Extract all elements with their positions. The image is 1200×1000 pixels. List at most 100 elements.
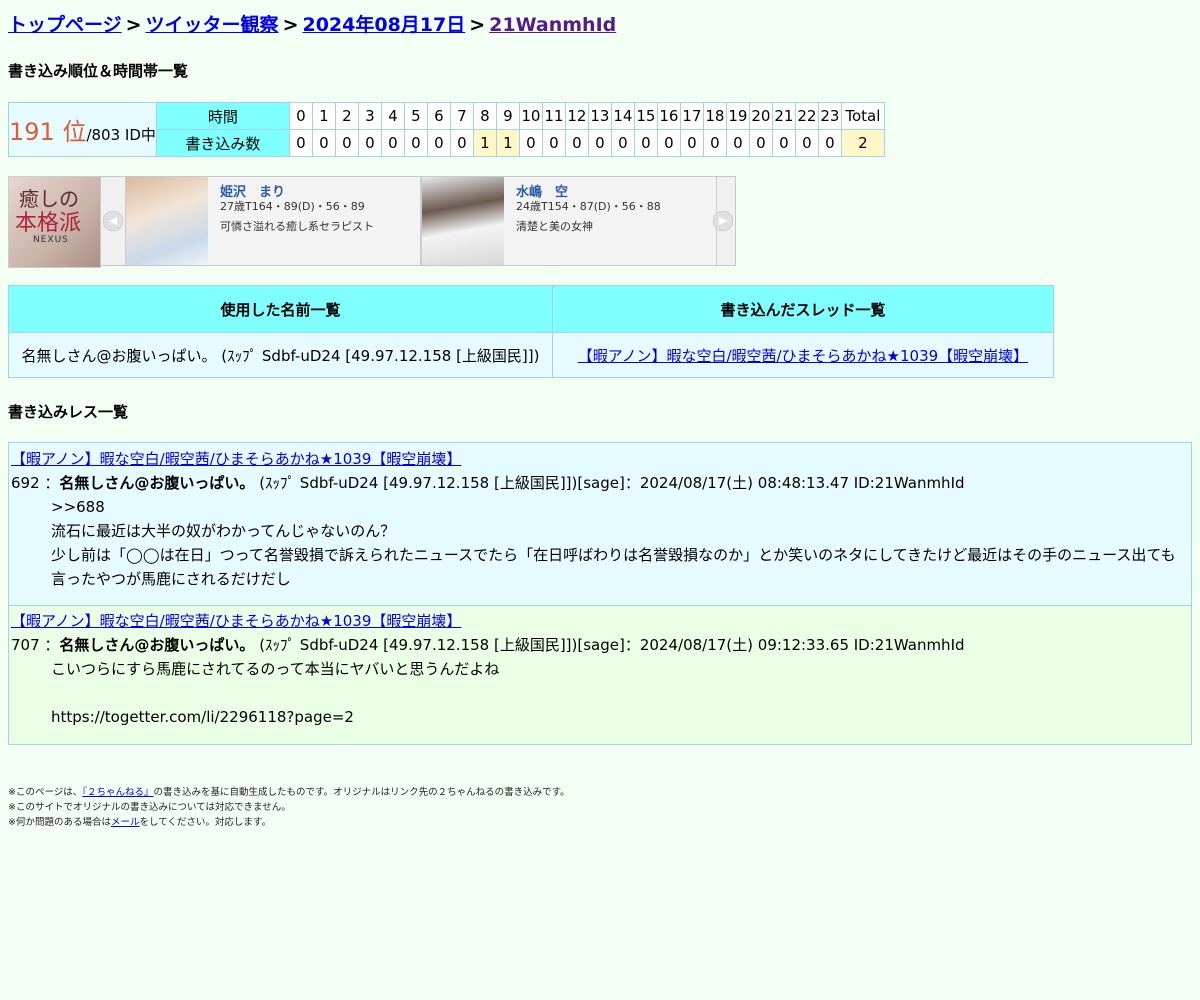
ranking-hours-row: 191 位/803 ID中 時間 0 1 2 3 4 5 6 7 8 9 10 11 12 13 14 15 1… (8, 102, 885, 157)
ranking-title: 書き込み順位＆時間帯一覧 (8, 62, 189, 80)
hour-cell: 3 (357, 102, 382, 130)
rank-total: /803 ID中 (86, 126, 156, 144)
ad-card[interactable]: 姫沢 まり 27歳T164・89(D)・56・89 可憐さ溢れる癒し系セラピスト (125, 177, 421, 265)
post-line: >>688 (51, 498, 105, 516)
count-cell: 0 (725, 129, 750, 157)
ad-card[interactable]: 水嶋 空 24歳T154・87(D)・56・88 清楚と美の女神 (421, 177, 717, 265)
post-info: (ｽｯﾌﾟ Sdbf-uD24 [49.97.12.158 [上級国民]])[s… (254, 636, 965, 654)
hour-cell: 11 (541, 102, 566, 130)
post-author: 名無しさん@お腹いっぱい。 (59, 636, 255, 654)
post: 【暇アノン】暇な空白/暇空茜/ひまそらあかね★1039【暇空崩壊】 692 ：名… (8, 442, 1192, 606)
ad-logo-line3: NEXUS (33, 235, 69, 245)
ad-card-spec: 27歳T164・89(D)・56・89 (220, 200, 365, 213)
hour-cell: 14 (610, 102, 635, 130)
names-header: 使用した名前一覧 (8, 285, 553, 333)
post-info: (ｽｯﾌﾟ Sdbf-uD24 [49.97.12.158 [上級国民]])[s… (254, 474, 965, 492)
count-cell: 0 (426, 129, 451, 157)
footer-text: ※何か問題のある場合は (8, 817, 111, 828)
count-cell: 0 (633, 129, 658, 157)
hour-cell: 17 (679, 102, 704, 130)
footer: ※このページは、『２ちゃんねる』の書き込みを基に自動生成したものです。オリジナル… (8, 785, 570, 830)
hour-cell: 6 (426, 102, 451, 130)
ad-logo-line2: 本格派 (15, 211, 82, 236)
ad-card-photo (126, 177, 208, 265)
post-thread-link[interactable]: 【暇アノン】暇な空白/暇空茜/ひまそらあかね★1039【暇空崩壊】 (9, 447, 1191, 471)
ad-card-catch: 清楚と美の女神 (516, 220, 593, 233)
post-line: 少し前は「◯◯は在日」つって名誉毀損で訴えられたニュースでたら「在日呼ばわりは名… (51, 546, 1176, 588)
hour-cell: 1 (311, 102, 336, 130)
hour-cell: 20 (748, 102, 773, 130)
hour-cell: 15 (633, 102, 658, 130)
count-cell: 0 (771, 129, 796, 157)
footer-text: ※このページは、 (8, 787, 83, 798)
breadcrumb-category-link[interactable]: ツイッター観察 (146, 14, 279, 36)
post-line: こいつらにすら馬鹿にされてるのって本当にヤバいと思うんだよね (51, 660, 500, 678)
count-cell: 0 (679, 129, 704, 157)
post-body: こいつらにすら馬鹿にされてるのって本当にヤバいと思うんだよね https://t… (9, 657, 1191, 729)
ad-logo[interactable]: 癒しの 本格派 NEXUS (8, 176, 101, 268)
breadcrumb-top-link[interactable]: トップページ (8, 14, 122, 36)
hour-cell: 10 (518, 102, 543, 130)
hour-cell: 21 (771, 102, 796, 130)
hour-cell: 4 (380, 102, 405, 130)
post-body: >>688 流石に最近は大半の奴がわかってんじゃないのん？ 少し前は「◯◯は在日… (9, 495, 1191, 591)
footer-line: ※このサイトでオリジナルの書き込みについては対応できません。 (8, 802, 291, 813)
post-meta: 692 ：名無しさん@お腹いっぱい。 (ｽｯﾌﾟ Sdbf-uD24 [49.9… (9, 471, 1191, 495)
carousel-prev-icon[interactable]: ◀ (103, 211, 123, 231)
ad-card-photo (422, 177, 504, 265)
post-meta: 707 ：名無しさん@お腹いっぱい。 (ｽｯﾌﾟ Sdbf-uD24 [49.9… (9, 633, 1191, 657)
count-cell: 0 (518, 129, 543, 157)
breadcrumb-separator: > (282, 14, 299, 36)
hour-cell: 23 (817, 102, 842, 130)
post-line (51, 681, 1187, 705)
count-cell-total: 2 (840, 129, 885, 157)
post-author: 名無しさん@お腹いっぱい。 (59, 474, 255, 492)
thread-link[interactable]: 【暇アノン】暇な空白/暇空茜/ひまそらあかね★1039【暇空崩壊】 (578, 347, 1028, 365)
count-cell: 0 (794, 129, 819, 157)
names-threads-header-row: 使用した名前一覧 書き込んだスレッド一覧 (8, 285, 1054, 333)
hour-cell: 16 (656, 102, 681, 130)
hour-cell: 13 (587, 102, 612, 130)
count-cell: 0 (541, 129, 566, 157)
footer-line: ※何か問題のある場合はメールをしてください。対応します。 (8, 815, 570, 830)
count-cell: 0 (610, 129, 635, 157)
breadcrumb-id-link[interactable]: 21WanmhId (489, 14, 616, 36)
breadcrumb-date-link[interactable]: 2024年08月17日 (302, 14, 465, 36)
count-cell: 0 (288, 129, 313, 157)
count-cell: 0 (357, 129, 382, 157)
count-cell: 0 (748, 129, 773, 157)
thread-cell: 【暇アノン】暇な空白/暇空茜/ひまそらあかね★1039【暇空崩壊】 (552, 332, 1054, 378)
footer-mail-link[interactable]: メール (111, 817, 140, 828)
ad-card-spec: 24歳T154・87(D)・56・88 (516, 200, 661, 213)
count-cell: 0 (817, 129, 842, 157)
count-cell: 0 (656, 129, 681, 157)
rank-number: 191 位 (9, 118, 87, 146)
breadcrumb-separator: > (125, 14, 142, 36)
post-number: 707 ： (11, 636, 60, 654)
used-name: 名無しさん@お腹いっぱい。 (ｽｯﾌﾟ Sdbf-uD24 [49.97.12.… (8, 332, 553, 378)
count-cell: 0 (403, 129, 428, 157)
count-cell: 0 (334, 129, 359, 157)
footer-2ch-link[interactable]: 『２ちゃんねる』 (82, 787, 153, 798)
count-cell: 0 (380, 129, 405, 157)
hour-cell: 5 (403, 102, 428, 130)
post-number: 692 ： (11, 474, 60, 492)
ad-carousel: ◀ 姫沢 まり 27歳T164・89(D)・56・89 可憐さ溢れる癒し系セラピ… (100, 176, 736, 266)
hour-cell: 22 (794, 102, 819, 130)
count-cell: 1 (472, 129, 497, 157)
time-header: 時間 (155, 102, 290, 130)
names-threads-table: 使用した名前一覧 書き込んだスレッド一覧 名無しさん@お腹いっぱい。 (ｽｯﾌﾟ… (8, 285, 1054, 378)
hour-cell: 7 (449, 102, 474, 130)
count-cell: 0 (311, 129, 336, 157)
threads-header: 書き込んだスレッド一覧 (552, 285, 1054, 333)
hour-cell: 12 (564, 102, 589, 130)
hour-cell: 2 (334, 102, 359, 130)
breadcrumb-separator: > (469, 14, 486, 36)
hour-cell: 18 (702, 102, 727, 130)
post-thread-link[interactable]: 【暇アノン】暇な空白/暇空茜/ひまそらあかね★1039【暇空崩壊】 (9, 609, 1191, 633)
count-cell: 0 (587, 129, 612, 157)
post: 【暇アノン】暇な空白/暇空茜/ひまそらあかね★1039【暇空崩壊】 707 ：名… (8, 605, 1192, 745)
hour-cell: 8 (472, 102, 497, 130)
footer-line: ※このページは、『２ちゃんねる』の書き込みを基に自動生成したものです。オリジナル… (8, 785, 570, 800)
carousel-next-icon[interactable]: ▶ (713, 211, 733, 231)
